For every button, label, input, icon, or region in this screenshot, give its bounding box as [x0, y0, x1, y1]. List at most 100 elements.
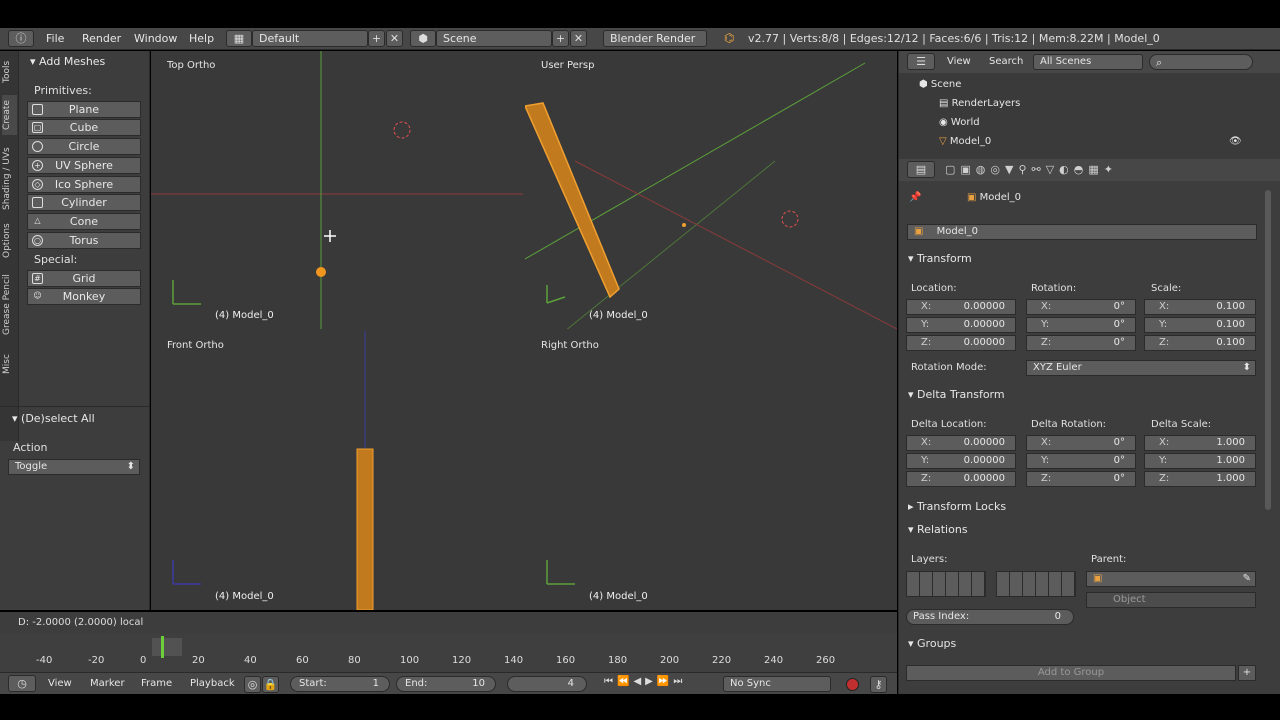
jump-start-icon[interactable]: ⏮	[604, 676, 613, 687]
outliner-search-input[interactable]: ⌕	[1149, 54, 1253, 70]
delta-location-z-field[interactable]: Z: 0.00000	[906, 471, 1016, 487]
location-x-field[interactable]: X: 0.00000	[906, 299, 1016, 315]
menu-frame[interactable]: Frame	[141, 678, 172, 689]
lock-icon[interactable]: 🔒	[262, 676, 279, 693]
render-engine-select[interactable]: Blender Render	[603, 30, 707, 47]
viewport-right-ortho[interactable]: Right Ortho (4) Model_0	[525, 331, 897, 610]
scale-z-field[interactable]: Z: 0.100	[1144, 335, 1256, 351]
viewport-top-ortho[interactable]: Top Ortho (4) Model_0	[151, 51, 523, 329]
remove-layout-icon[interactable]: ✕	[386, 30, 403, 47]
location-z-field[interactable]: Z: 0.00000	[906, 335, 1016, 351]
remove-scene-icon[interactable]: ✕	[570, 30, 587, 47]
delta-rotation-y-field[interactable]: Y: 0°	[1026, 453, 1136, 469]
add-torus-button[interactable]: ○ Torus	[27, 232, 141, 249]
rotation-x-field[interactable]: X: 0°	[1026, 299, 1136, 315]
scale-y-field[interactable]: Y: 0.100	[1144, 317, 1256, 333]
menu-window[interactable]: Window	[134, 32, 177, 45]
menu-view[interactable]: View	[947, 56, 971, 67]
keying-set-icon[interactable]: ⚷	[870, 676, 887, 693]
menu-help[interactable]: Help	[189, 32, 214, 45]
delta-scale-z-field[interactable]: Z: 1.000	[1144, 471, 1256, 487]
add-scene-icon[interactable]: +	[552, 30, 569, 47]
transform-panel-header[interactable]: ▾ Transform	[908, 252, 972, 265]
eyedropper-icon[interactable]: ✎	[1243, 573, 1251, 584]
add-ico-sphere-button[interactable]: ◇ Ico Sphere	[27, 176, 141, 193]
pass-index-field[interactable]: Pass Index: 0	[906, 609, 1074, 625]
delta-location-y-field[interactable]: Y: 0.00000	[906, 453, 1016, 469]
menu-view[interactable]: View	[48, 678, 72, 689]
delta-scale-x-field[interactable]: X: 1.000	[1144, 435, 1256, 451]
outliner-item-renderlayers[interactable]: ▤ RenderLayers	[939, 98, 1020, 109]
add-monkey-button[interactable]: ☺ Monkey	[27, 288, 141, 305]
outliner-item-model[interactable]: ▽ Model_0	[939, 136, 991, 147]
add-to-group-button[interactable]: Add to Group	[906, 665, 1236, 681]
add-cylinder-button[interactable]: Cylinder	[27, 194, 141, 211]
add-cone-button[interactable]: △ Cone	[27, 213, 141, 230]
jump-keyframe-forward-icon[interactable]: ⏩	[657, 676, 669, 687]
tab-shading-uvs[interactable]: Shading / UVs	[2, 141, 17, 217]
model-object[interactable]	[316, 267, 326, 277]
pin-icon[interactable]: 📌	[909, 192, 921, 203]
tab-create[interactable]: Create	[2, 95, 17, 135]
scale-x-field[interactable]: X: 0.100	[1144, 299, 1256, 315]
action-select[interactable]: Toggle ⬍	[8, 459, 140, 475]
add-uv-sphere-button[interactable]: + UV Sphere	[27, 157, 141, 174]
scene-select[interactable]: Scene	[436, 30, 552, 47]
play-icon[interactable]: ▶	[645, 676, 653, 687]
sync-mode-select[interactable]: No Sync	[723, 676, 831, 692]
add-cube-button[interactable]: ▢ Cube	[27, 119, 141, 136]
properties-scrollbar[interactable]	[1265, 190, 1271, 510]
add-plane-button[interactable]: Plane	[27, 101, 141, 118]
delta-location-x-field[interactable]: X: 0.00000	[906, 435, 1016, 451]
model-object[interactable]	[356, 448, 374, 610]
model-object[interactable]	[525, 102, 620, 299]
relations-panel-header[interactable]: ▾ Relations	[908, 523, 968, 536]
groups-panel-header[interactable]: ▾ Groups	[908, 637, 956, 650]
layers-grid-a[interactable]	[906, 571, 986, 597]
visibility-eye-icon[interactable]: 👁	[1229, 136, 1242, 147]
viewport-user-persp[interactable]: User Persp (4) Model_0	[525, 51, 897, 329]
delta-rotation-x-field[interactable]: X: 0°	[1026, 435, 1136, 451]
rotation-y-field[interactable]: Y: 0°	[1026, 317, 1136, 333]
editor-type-icon[interactable]: ◷	[8, 675, 36, 692]
record-icon[interactable]	[846, 678, 859, 691]
tab-tools[interactable]: Tools	[2, 55, 17, 89]
current-frame-field[interactable]: 4	[507, 676, 587, 692]
tab-options[interactable]: Options	[2, 221, 17, 261]
location-y-field[interactable]: Y: 0.00000	[906, 317, 1016, 333]
delta-scale-y-field[interactable]: Y: 1.000	[1144, 453, 1256, 469]
properties-context-tabs[interactable]: ▢▣◍◎▼⚲⚯▽◐◓▦✦	[945, 163, 1118, 176]
rotation-z-field[interactable]: Z: 0°	[1026, 335, 1136, 351]
delta-rotation-z-field[interactable]: Z: 0°	[1026, 471, 1136, 487]
add-circle-button[interactable]: Circle	[27, 138, 141, 155]
scene-icon[interactable]: ⬢	[410, 30, 436, 47]
layers-grid-b[interactable]	[996, 571, 1076, 597]
3d-cursor-icon[interactable]	[781, 210, 799, 228]
menu-file[interactable]: File	[46, 32, 64, 45]
tab-grease-pencil[interactable]: Grease Pencil	[2, 267, 17, 343]
add-group-icon[interactable]: +	[1238, 665, 1256, 681]
jump-end-icon[interactable]: ⏭	[673, 676, 682, 687]
menu-playback[interactable]: Playback	[190, 678, 235, 689]
keyframe-icon[interactable]: ◎	[244, 676, 261, 693]
3d-cursor-icon[interactable]	[393, 121, 411, 139]
parent-type-select[interactable]: Object	[1086, 592, 1256, 608]
delta-transform-panel-header[interactable]: ▾ Delta Transform	[908, 388, 1005, 401]
menu-search[interactable]: Search	[989, 56, 1023, 67]
viewport-front-ortho[interactable]: Front Ortho (4) Model_0	[151, 331, 523, 610]
operator-header[interactable]: ▾ (De)select All	[12, 412, 95, 425]
layout-icon[interactable]: ▦	[226, 30, 252, 47]
transform-locks-panel-header[interactable]: ▸ Transform Locks	[908, 500, 1006, 513]
object-name-field[interactable]: ▣ Model_0	[907, 224, 1257, 240]
add-meshes-header[interactable]: ▾ Add Meshes	[30, 55, 105, 68]
parent-field[interactable]: ▣ ✎	[1086, 571, 1256, 587]
outliner-item-scene[interactable]: ⬢ Scene	[919, 79, 961, 90]
editor-type-icon[interactable]: ⓘ	[8, 30, 34, 47]
start-frame-field[interactable]: Start: 1	[290, 676, 390, 692]
add-layout-icon[interactable]: +	[368, 30, 385, 47]
outliner-filter-select[interactable]: All Scenes	[1033, 54, 1143, 70]
play-reverse-icon[interactable]: ◀	[633, 676, 641, 687]
jump-keyframe-back-icon[interactable]: ⏪	[617, 676, 629, 687]
menu-marker[interactable]: Marker	[90, 678, 125, 689]
editor-type-icon[interactable]: ☰	[907, 53, 935, 70]
